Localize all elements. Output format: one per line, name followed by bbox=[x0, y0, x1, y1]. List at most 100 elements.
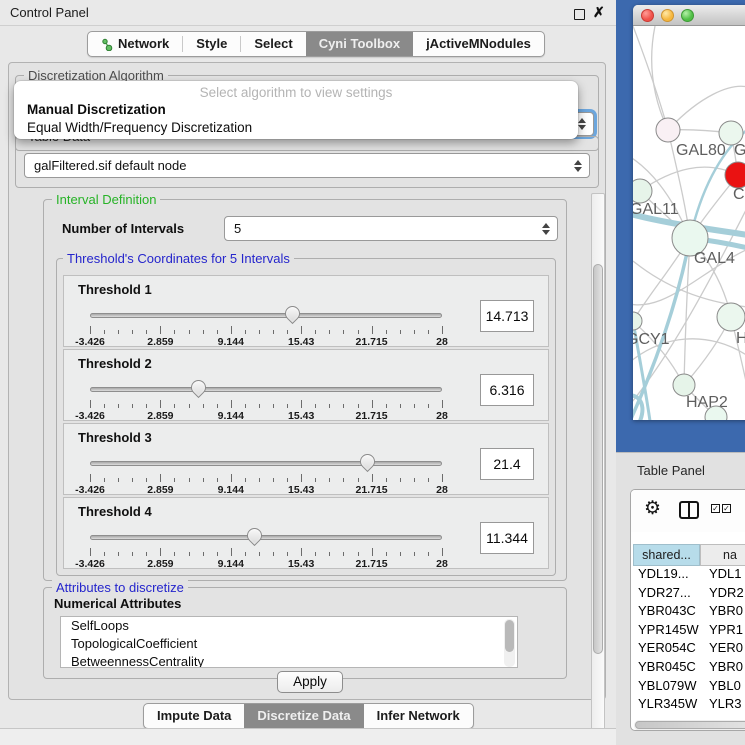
slider-track[interactable] bbox=[90, 535, 442, 540]
float-window-icon[interactable] bbox=[574, 9, 585, 20]
tick-mark bbox=[315, 478, 316, 482]
numerical-attributes-list[interactable]: SelfLoopsTopologicalCoefficientBetweenne… bbox=[60, 616, 518, 668]
tab-jactivemnodules[interactable]: jActiveMNodules bbox=[413, 32, 544, 56]
tick-mark bbox=[146, 478, 147, 482]
tick-label: -3.426 bbox=[75, 558, 105, 570]
table-row[interactable]: YIL053CYIL0 bbox=[633, 715, 745, 718]
attribute-list-item[interactable]: BetweennessCentrality bbox=[61, 653, 517, 668]
table-row[interactable]: YBR043CYBR0 bbox=[633, 603, 745, 622]
tick-mark bbox=[118, 330, 119, 334]
column-header[interactable]: na bbox=[700, 544, 745, 566]
table-rows: YDL19...YDL1YDR27...YDR2YBR043CYBR0YPR14… bbox=[633, 566, 745, 718]
network-edge[interactable] bbox=[633, 26, 668, 130]
network-node-gal11[interactable] bbox=[633, 179, 652, 203]
network-node-c[interactable] bbox=[725, 162, 745, 188]
tab-discretize-data[interactable]: Discretize Data bbox=[244, 704, 363, 728]
tick-mark bbox=[189, 478, 190, 482]
slider-track[interactable] bbox=[90, 313, 442, 318]
tab-select[interactable]: Select bbox=[241, 32, 305, 56]
table-row[interactable]: YLR345WYLR3 bbox=[633, 696, 745, 715]
table-row[interactable]: YBL079WYBL0 bbox=[633, 678, 745, 697]
tick-label: 2.859 bbox=[147, 410, 173, 422]
network-canvas[interactable]: GAL80GCGAL11GAL4GCY1HHAP2 bbox=[633, 26, 745, 420]
select-columns-icon[interactable]: ✓ ✓ bbox=[711, 504, 731, 513]
tick-mark bbox=[428, 404, 429, 408]
number-of-intervals-combobox[interactable]: 5 bbox=[224, 216, 558, 241]
threshold-slider[interactable]: -3.4262.8599.14415.4321.71528 bbox=[90, 452, 442, 492]
tab-network[interactable]: Network bbox=[88, 32, 182, 56]
threshold-value-field[interactable]: 21.4 bbox=[480, 448, 534, 480]
zoom-traffic-light-icon[interactable] bbox=[681, 9, 694, 22]
control-panel-window: Control Panel ✗ NetworkStyleSelectCyni T… bbox=[0, 0, 616, 745]
tab-cyni-toolbox[interactable]: Cyni Toolbox bbox=[306, 32, 413, 56]
slider-ticks bbox=[90, 548, 442, 557]
slider-thumb[interactable] bbox=[188, 377, 209, 398]
list-scrollbar-thumb[interactable] bbox=[505, 620, 514, 652]
network-icon bbox=[101, 38, 113, 51]
slider-thumb[interactable] bbox=[244, 525, 265, 546]
slider-thumb[interactable] bbox=[282, 303, 303, 324]
settings-scroll-area: Interval Definition Number of Intervals … bbox=[15, 191, 583, 667]
table-horizontal-scrollbar[interactable] bbox=[634, 720, 745, 731]
table-row[interactable]: YER054CYER0 bbox=[633, 640, 745, 659]
panel-title: Control Panel bbox=[10, 5, 89, 20]
tab-style[interactable]: Style bbox=[183, 32, 240, 56]
main-scrollbar[interactable] bbox=[591, 193, 605, 745]
table-cell: YLR3 bbox=[700, 696, 745, 715]
network-edge[interactable] bbox=[652, 26, 668, 130]
tick-mark bbox=[442, 548, 443, 556]
slider-track[interactable] bbox=[90, 461, 442, 466]
threshold-slider[interactable]: -3.4262.8599.14415.4321.71528 bbox=[90, 526, 442, 566]
close-traffic-light-icon[interactable] bbox=[641, 9, 654, 22]
table-row[interactable]: YPR145WYPR1 bbox=[633, 622, 745, 641]
slider-track[interactable] bbox=[90, 387, 442, 392]
threshold-value-field[interactable]: 6.316 bbox=[480, 374, 534, 406]
tick-mark bbox=[372, 548, 373, 556]
tick-mark bbox=[203, 478, 204, 482]
popup-option[interactable]: Equal Width/Frequency Discretization bbox=[27, 120, 252, 135]
network-node-gcy1[interactable] bbox=[633, 312, 642, 330]
main-scrollbar-thumb[interactable] bbox=[593, 264, 603, 654]
threshold-slider[interactable]: -3.4262.8599.14415.4321.71528 bbox=[90, 304, 442, 344]
tick-mark bbox=[273, 552, 274, 556]
table-row[interactable]: YDR27...YDR2 bbox=[633, 585, 745, 604]
minimize-traffic-light-icon[interactable] bbox=[661, 9, 674, 22]
table-hscrollbar-thumb[interactable] bbox=[635, 721, 745, 729]
tick-mark bbox=[90, 548, 91, 556]
gear-icon[interactable]: ⚙ bbox=[644, 497, 661, 520]
tick-mark bbox=[160, 400, 161, 408]
tick-mark bbox=[301, 474, 302, 482]
tick-mark bbox=[386, 552, 387, 556]
tick-mark bbox=[118, 478, 119, 482]
slider-thumb[interactable] bbox=[357, 451, 378, 472]
tab-infer-network[interactable]: Infer Network bbox=[364, 704, 473, 728]
tick-mark bbox=[428, 330, 429, 334]
network-node-hap2[interactable] bbox=[673, 374, 695, 396]
tick-label: 21.715 bbox=[356, 336, 388, 348]
table-cell: YBR0 bbox=[700, 659, 745, 678]
slider-ticks bbox=[90, 326, 442, 335]
close-icon[interactable]: ✗ bbox=[593, 4, 605, 21]
tab-impute-data[interactable]: Impute Data bbox=[144, 704, 244, 728]
column-header[interactable]: shared... bbox=[633, 544, 700, 566]
tick-mark bbox=[400, 404, 401, 408]
table-row[interactable]: YDL19...YDL1 bbox=[633, 566, 745, 585]
network-node-gal80[interactable] bbox=[656, 118, 680, 142]
threshold-panel: Threshold 3-3.4262.8599.14415.4321.71528… bbox=[63, 423, 549, 495]
threshold-value-field[interactable]: 14.713 bbox=[480, 300, 534, 332]
apply-button[interactable]: Apply bbox=[277, 671, 343, 693]
table-data-combobox[interactable]: galFiltered.sif default node bbox=[24, 153, 590, 178]
attribute-list-item[interactable]: TopologicalCoefficient bbox=[61, 635, 517, 653]
split-columns-icon[interactable] bbox=[679, 501, 699, 519]
control-panel-titlebar: Control Panel ✗ bbox=[0, 0, 616, 26]
table-row[interactable]: YBR045CYBR0 bbox=[633, 659, 745, 678]
right-side: GAL80GCGAL11GAL4GCY1HHAP2 Table Panel ⚙ … bbox=[616, 0, 745, 745]
network-node-h[interactable] bbox=[717, 303, 745, 331]
attribute-list-item[interactable]: SelfLoops bbox=[61, 617, 517, 635]
tick-mark bbox=[203, 330, 204, 334]
popup-option[interactable]: Manual Discretization bbox=[27, 102, 166, 117]
threshold-value-field[interactable]: 11.344 bbox=[480, 522, 534, 554]
tick-mark bbox=[343, 552, 344, 556]
list-scrollbar[interactable] bbox=[504, 619, 515, 667]
threshold-slider[interactable]: -3.4262.8599.14415.4321.71528 bbox=[90, 378, 442, 418]
